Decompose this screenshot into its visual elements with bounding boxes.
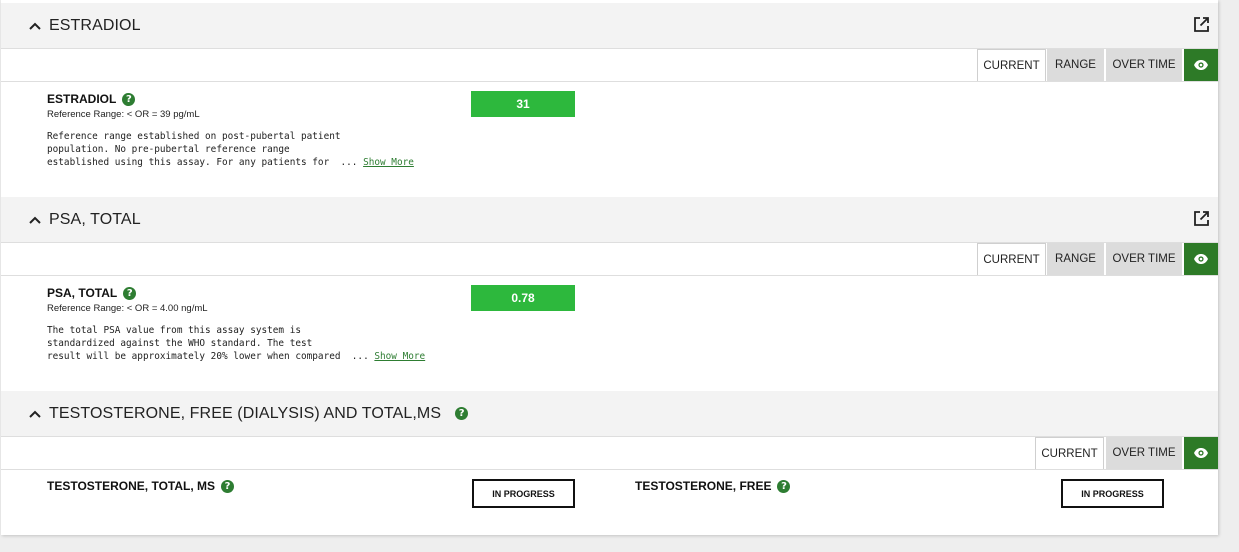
section-title: TESTOSTERONE, FREE (DIALYSIS) AND TOTAL,… — [49, 405, 469, 423]
eye-toggle-button[interactable] — [1184, 49, 1218, 81]
question-mark-icon[interactable]: ? — [122, 93, 136, 107]
question-mark-icon[interactable]: ? — [455, 407, 469, 421]
note-line: The total PSA value from this assay syst… — [47, 325, 301, 336]
section-header[interactable]: ESTRADIOL — [1, 3, 1218, 48]
eye-toggle-button[interactable] — [1184, 437, 1218, 469]
tab-current[interactable]: CURRENT — [977, 243, 1046, 275]
tab-range[interactable]: RANGE — [1047, 49, 1104, 81]
section-title: ESTRADIOL — [49, 17, 141, 34]
note-line: established using this assay. For any pa… — [47, 157, 364, 168]
eye-icon — [1194, 60, 1208, 70]
note-line: result will be approximately 20% lower w… — [47, 351, 375, 362]
test-name: PSA, TOTAL? — [47, 286, 137, 301]
question-mark-icon[interactable]: ? — [221, 480, 235, 494]
test-name-label: TESTOSTERONE, TOTAL, MS — [47, 479, 216, 493]
reference-range: Reference Range: < OR = 39 pg/mL — [47, 109, 200, 120]
result-value: 0.78 — [471, 285, 575, 311]
question-mark-icon[interactable]: ? — [777, 480, 791, 494]
chevron-up-icon[interactable] — [28, 407, 42, 421]
test-note: The total PSA value from this assay syst… — [47, 324, 425, 363]
reference-range: Reference Range: < OR = 4.00 ng/mL — [47, 303, 208, 314]
test-name-label: ESTRADIOL — [47, 92, 117, 106]
show-more-link[interactable]: Show More — [363, 157, 414, 168]
note-line: standardized against the WHO standard. T… — [47, 338, 313, 349]
tab-over-time[interactable]: OVER TIME — [1106, 437, 1182, 469]
test-name-label: PSA, TOTAL — [47, 286, 118, 300]
test-note: Reference range established on post-pube… — [47, 130, 414, 169]
external-link-icon[interactable] — [1193, 210, 1210, 227]
section-title-text: TESTOSTERONE, FREE (DIALYSIS) AND TOTAL,… — [49, 405, 442, 422]
test-name: TESTOSTERONE, TOTAL, MS? — [47, 479, 235, 494]
test-name: ESTRADIOL? — [47, 92, 136, 107]
status-badge: IN PROGRESS — [472, 479, 575, 508]
test-name-label: TESTOSTERONE, FREE — [635, 479, 772, 493]
chevron-up-icon[interactable] — [28, 213, 42, 227]
view-tabbar: CURRENT OVER TIME — [1, 436, 1218, 470]
tab-over-time[interactable]: OVER TIME — [1106, 49, 1182, 81]
note-line: Reference range established on post-pube… — [47, 131, 341, 142]
tab-range[interactable]: RANGE — [1047, 243, 1104, 275]
eye-icon — [1194, 254, 1208, 264]
status-badge: IN PROGRESS — [1061, 479, 1164, 508]
tab-current[interactable]: CURRENT — [1035, 437, 1104, 469]
section-title: PSA, TOTAL — [49, 211, 141, 228]
eye-icon — [1194, 448, 1208, 458]
test-name: TESTOSTERONE, FREE? — [635, 479, 791, 494]
note-line: population. No pre-pubertal reference ra… — [47, 144, 290, 155]
section-header[interactable]: TESTOSTERONE, FREE (DIALYSIS) AND TOTAL,… — [1, 391, 1218, 436]
question-mark-icon[interactable]: ? — [123, 287, 137, 301]
tab-current[interactable]: CURRENT — [977, 49, 1046, 81]
results-panel: ESTRADIOL CURRENT RANGE OVER TIME ESTRAD… — [1, 0, 1218, 535]
result-value: 31 — [471, 91, 575, 117]
tab-over-time[interactable]: OVER TIME — [1106, 243, 1182, 275]
show-more-link[interactable]: Show More — [374, 351, 425, 362]
view-tabbar: CURRENT RANGE OVER TIME — [1, 48, 1218, 82]
eye-toggle-button[interactable] — [1184, 243, 1218, 275]
chevron-up-icon[interactable] — [28, 19, 42, 33]
external-link-icon[interactable] — [1193, 16, 1210, 33]
view-tabbar: CURRENT RANGE OVER TIME — [1, 242, 1218, 276]
section-header[interactable]: PSA, TOTAL — [1, 197, 1218, 242]
